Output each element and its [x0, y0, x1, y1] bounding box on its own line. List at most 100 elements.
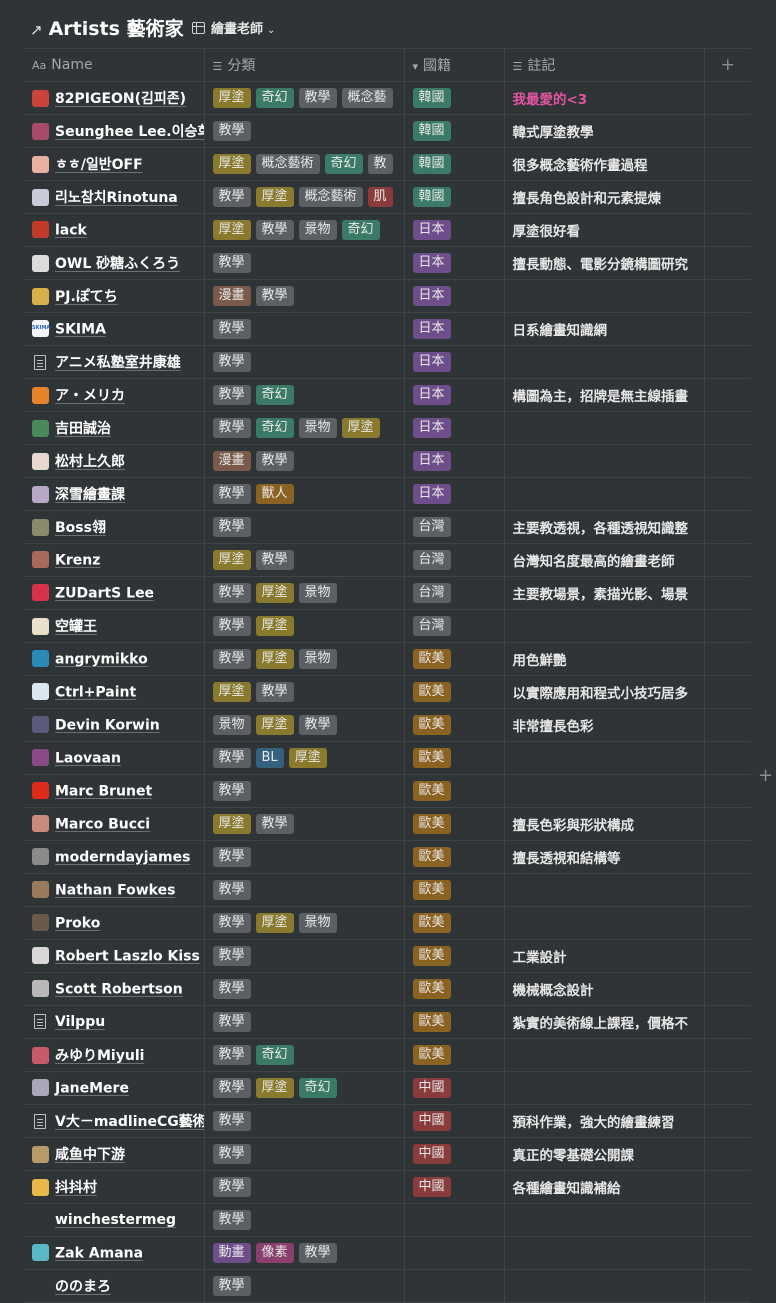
- artist-name[interactable]: 深雪繪畫課: [55, 487, 125, 503]
- note-cell[interactable]: 機械概念設計: [504, 972, 705, 1006]
- artist-name[interactable]: Vilppu: [55, 1014, 105, 1030]
- table-row[interactable]: ア・メリカ 教學 奇幻 日本 構圖為主，招牌是無主線插畫: [24, 378, 751, 412]
- table-row[interactable]: Vilppu 教學 歐美 紮實的美術線上課程，價格不: [24, 1005, 751, 1039]
- name-cell[interactable]: lack: [24, 213, 205, 247]
- country-cell[interactable]: 韓國: [404, 147, 505, 181]
- note-cell[interactable]: 台灣知名度最高的繪畫老師: [504, 543, 705, 577]
- artist-name[interactable]: 82PIGEON(김피존): [55, 91, 186, 107]
- artist-name[interactable]: Robert Laszlo Kiss: [55, 948, 200, 964]
- name-cell[interactable]: Krenz: [24, 543, 205, 577]
- table-row[interactable]: 82PIGEON(김피존) 厚塗 奇幻 教學 概念藝 韓國 我最愛的<3: [24, 81, 751, 115]
- country-cell[interactable]: 日本: [404, 477, 505, 511]
- table-row[interactable]: winchestermeg 教學: [24, 1203, 751, 1237]
- country-cell[interactable]: 歐美: [404, 1038, 505, 1072]
- table-row[interactable]: Seunghee Lee.이승희 教學 韓國 韓式厚塗教學: [24, 114, 751, 148]
- note-cell[interactable]: 擅長角色設計和元素提煉: [504, 180, 705, 214]
- artist-name[interactable]: PJ.ぽてち: [55, 289, 118, 305]
- country-cell[interactable]: 歐美: [404, 675, 505, 709]
- name-cell[interactable]: Boss翎: [24, 510, 205, 544]
- category-cell[interactable]: 教學 奇幻: [204, 378, 405, 412]
- category-cell[interactable]: 教學 厚塗 景物: [204, 906, 405, 940]
- table-row[interactable]: Krenz 厚塗 教學 台灣 台灣知名度最高的繪畫老師: [24, 543, 751, 577]
- category-cell[interactable]: 厚塗 教學: [204, 807, 405, 841]
- note-cell[interactable]: 擅長透視和結構等: [504, 840, 705, 874]
- note-cell[interactable]: 工業設計: [504, 939, 705, 973]
- country-cell[interactable]: 日本: [404, 345, 505, 379]
- artist-name[interactable]: Marc Brunet: [55, 783, 152, 799]
- artist-name[interactable]: lack: [55, 222, 87, 238]
- name-cell[interactable]: 82PIGEON(김피존): [24, 81, 205, 115]
- name-cell[interactable]: Seunghee Lee.이승희: [24, 114, 205, 148]
- note-cell[interactable]: [504, 345, 705, 379]
- country-cell[interactable]: 歐美: [404, 774, 505, 808]
- note-cell[interactable]: [504, 906, 705, 940]
- country-cell[interactable]: [404, 1203, 505, 1237]
- category-cell[interactable]: 教學 BL 厚塗: [204, 741, 405, 775]
- artist-name[interactable]: 咸鱼中下游: [55, 1147, 125, 1163]
- country-cell[interactable]: 台灣: [404, 609, 505, 643]
- artist-name[interactable]: ㅎㅎ/일반OFF: [55, 157, 143, 173]
- artist-name[interactable]: 空罐王: [55, 619, 97, 635]
- table-row[interactable]: ㅎㅎ/일반OFF 厚塗 概念藝術 奇幻教韓國 很多概念藝術作畫過程: [24, 147, 751, 181]
- table-row[interactable]: ののまろ 教學: [24, 1269, 751, 1303]
- artist-name[interactable]: moderndayjames: [55, 849, 190, 865]
- table-row[interactable]: Robert Laszlo Kiss 教學 歐美 工業設計: [24, 939, 751, 973]
- note-cell[interactable]: 日系繪畫知識網: [504, 312, 705, 346]
- artist-name[interactable]: 리노참치Rinotuna: [55, 190, 178, 206]
- name-cell[interactable]: アニメ私塾室井康雄: [24, 345, 205, 379]
- category-cell[interactable]: 厚塗 概念藝術 奇幻教: [204, 147, 405, 181]
- table-row[interactable]: ZUDartS Lee 教學 厚塗 景物 台灣 主要教場景，素描光影、場景: [24, 576, 751, 610]
- artist-name[interactable]: 吉田誠治: [55, 421, 111, 437]
- artist-name[interactable]: 抖抖村: [55, 1180, 97, 1196]
- table-row[interactable]: 咸鱼中下游 教學 中國 真正的零基礎公開課: [24, 1137, 751, 1171]
- artist-name[interactable]: Ctrl+Paint: [55, 684, 136, 700]
- category-cell[interactable]: 教學 厚塗 景物: [204, 576, 405, 610]
- name-cell[interactable]: PJ.ぽてち: [24, 279, 205, 313]
- note-cell[interactable]: 以實際應用和程式小技巧居多: [504, 675, 705, 709]
- category-cell[interactable]: 教學: [204, 312, 405, 346]
- country-cell[interactable]: 日本: [404, 312, 505, 346]
- name-cell[interactable]: 抖抖村: [24, 1170, 205, 1204]
- country-cell[interactable]: 歐美: [404, 741, 505, 775]
- table-row[interactable]: 深雪繪畫課 教學 獸人 日本: [24, 477, 751, 511]
- country-cell[interactable]: 中國: [404, 1071, 505, 1105]
- note-cell[interactable]: 擅長動態、電影分鏡構圖研究: [504, 246, 705, 280]
- table-row[interactable]: Scott Robertson 教學 歐美 機械概念設計: [24, 972, 751, 1006]
- category-cell[interactable]: 教學: [204, 1005, 405, 1039]
- country-cell[interactable]: 日本: [404, 411, 505, 445]
- name-cell[interactable]: angrymikko: [24, 642, 205, 676]
- artist-name[interactable]: ののまろ: [55, 1279, 111, 1295]
- country-cell[interactable]: 歐美: [404, 1005, 505, 1039]
- name-cell[interactable]: V大－madlineCG藝術: [24, 1104, 205, 1138]
- category-cell[interactable]: 教學: [204, 345, 405, 379]
- artist-name[interactable]: JaneMere: [55, 1080, 129, 1096]
- name-cell[interactable]: Zak Amana: [24, 1236, 205, 1270]
- column-header-country[interactable]: ▾ 國籍: [404, 48, 505, 82]
- artist-name[interactable]: Scott Robertson: [55, 981, 183, 997]
- country-cell[interactable]: 歐美: [404, 642, 505, 676]
- artist-name[interactable]: Seunghee Lee.이승희: [55, 124, 203, 140]
- add-property-button[interactable]: +: [704, 48, 751, 82]
- table-row[interactable]: アニメ私塾室井康雄 教學 日本: [24, 345, 751, 379]
- name-cell[interactable]: Laovaan: [24, 741, 205, 775]
- table-row[interactable]: SKIMA SKIMA 教學 日本 日系繪畫知識網: [24, 312, 751, 346]
- country-cell[interactable]: 日本: [404, 246, 505, 280]
- artist-name[interactable]: V大－madlineCG藝術: [55, 1114, 203, 1130]
- name-cell[interactable]: Proko: [24, 906, 205, 940]
- column-header-notes[interactable]: ☰ 註記: [504, 48, 705, 82]
- artist-name[interactable]: Boss翎: [55, 520, 106, 536]
- table-row[interactable]: PJ.ぽてち 漫畫 教學 日本: [24, 279, 751, 313]
- country-cell[interactable]: 歐美: [404, 840, 505, 874]
- table-row[interactable]: lack 厚塗 教學 景物 奇幻 日本 厚塗很好看: [24, 213, 751, 247]
- category-cell[interactable]: 教學 奇幻 景物 厚塗: [204, 411, 405, 445]
- country-cell[interactable]: 中國: [404, 1137, 505, 1171]
- table-row[interactable]: 리노참치Rinotuna 教學 厚塗 概念藝術肌韓國 擅長角色設計和元素提煉: [24, 180, 751, 214]
- note-cell[interactable]: [504, 609, 705, 643]
- note-cell[interactable]: [504, 1236, 705, 1270]
- category-cell[interactable]: 教學 奇幻: [204, 1038, 405, 1072]
- note-cell[interactable]: [504, 1269, 705, 1303]
- artist-name[interactable]: winchestermeg: [55, 1212, 176, 1228]
- country-cell[interactable]: 中國: [404, 1170, 505, 1204]
- category-cell[interactable]: 厚塗 教學: [204, 543, 405, 577]
- note-cell[interactable]: 用色鮮艷: [504, 642, 705, 676]
